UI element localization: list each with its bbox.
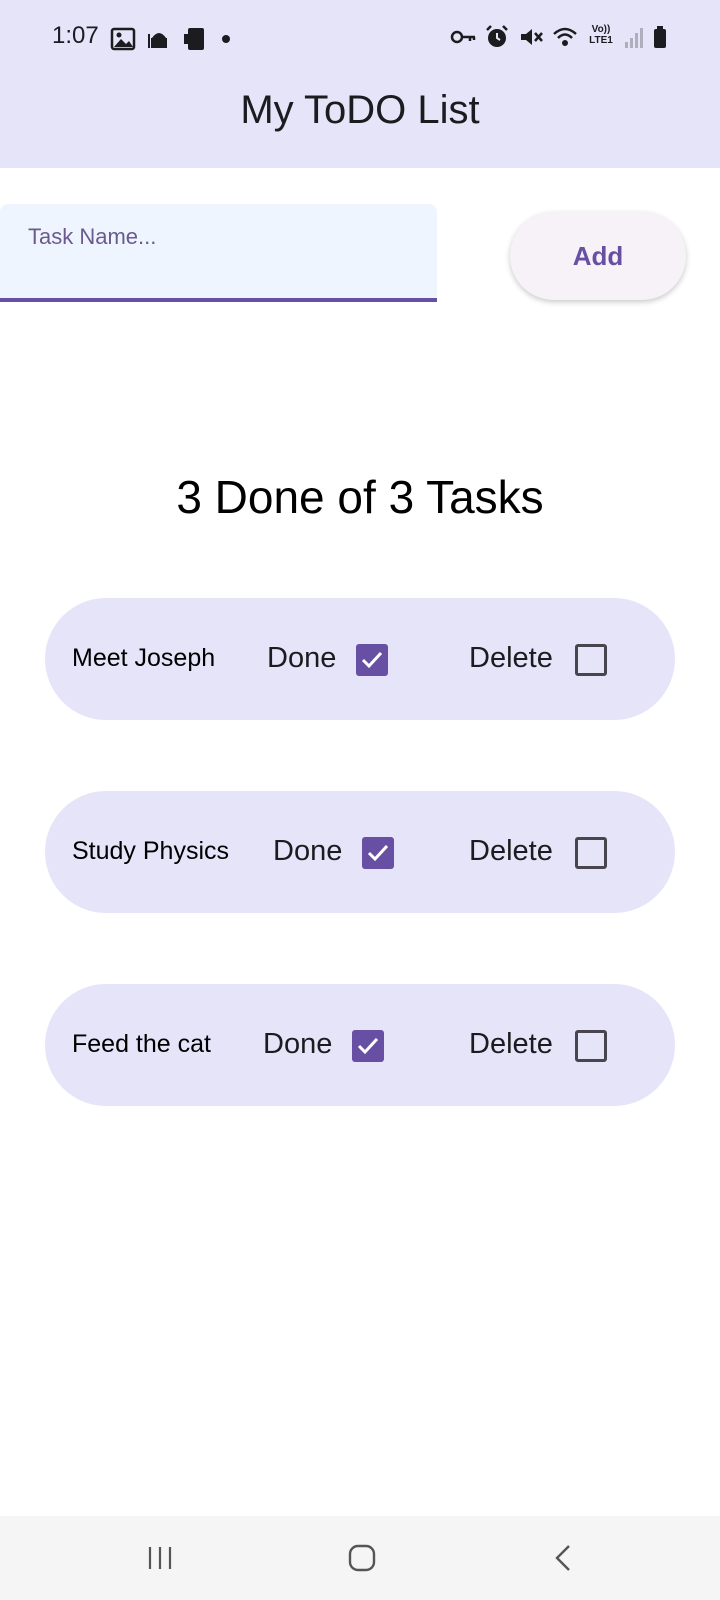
task-name: Feed the cat [72,1030,211,1058]
done-label: Done [273,835,343,867]
volte-label-top: Vo)) [591,24,611,35]
volte-icon: Vo)) LTE1 [586,24,616,50]
delete-checkbox[interactable] [575,837,607,869]
done-label: Done [263,1028,333,1060]
done-checkbox[interactable] [362,837,394,869]
delete-checkbox[interactable] [575,1030,607,1062]
task-row: Meet Joseph Done Delete [45,598,675,720]
task-name: Meet Joseph [72,644,216,672]
battery-icon [652,24,668,50]
signal-icon [624,24,644,50]
key-icon [450,24,476,50]
app-header: 1:07 Vo)) LTE1 My ToDO List [0,0,720,168]
tablet-icon [182,26,208,52]
done-label: Done [267,642,337,674]
task-list: Meet Joseph Done Delete Study Physics Do… [45,598,675,1177]
status-left-icons [110,26,230,52]
done-checkbox[interactable] [352,1030,384,1062]
delete-checkbox[interactable] [575,644,607,676]
task-summary: 3 Done of 3 Tasks [176,471,544,523]
app-screen: 1:07 Vo)) LTE1 My ToDO List Task Name...… [0,0,720,1600]
task-input-container[interactable] [0,204,437,302]
system-nav-bar [0,1516,720,1600]
back-icon[interactable] [534,1534,594,1582]
mute-icon [518,24,544,50]
delete-label: Delete [469,642,553,674]
checkmark-icon [357,1037,379,1055]
checkmark-icon [361,651,383,669]
home-icon[interactable] [332,1534,392,1582]
task-row: Study Physics Done Delete [45,791,675,913]
mosque-icon [146,26,172,52]
task-row: Feed the cat Done Delete [45,984,675,1106]
add-button[interactable]: Add [510,212,686,300]
checkmark-icon [367,844,389,862]
done-checkbox[interactable] [356,644,388,676]
app-title: My ToDO List [240,88,480,132]
status-right-icons: Vo)) LTE1 [450,24,668,50]
recent-apps-icon[interactable] [130,1534,190,1582]
image-icon [110,26,136,52]
volte-label-bottom: LTE1 [589,35,613,46]
status-bar: 1:07 Vo)) LTE1 [0,0,720,78]
status-time: 1:07 [52,22,99,49]
task-name-input[interactable] [0,204,437,298]
notification-dot [222,35,230,43]
wifi-icon [552,24,578,50]
delete-label: Delete [469,1028,553,1060]
alarm-icon [484,24,510,50]
delete-label: Delete [469,835,553,867]
task-name: Study Physics [72,837,230,865]
